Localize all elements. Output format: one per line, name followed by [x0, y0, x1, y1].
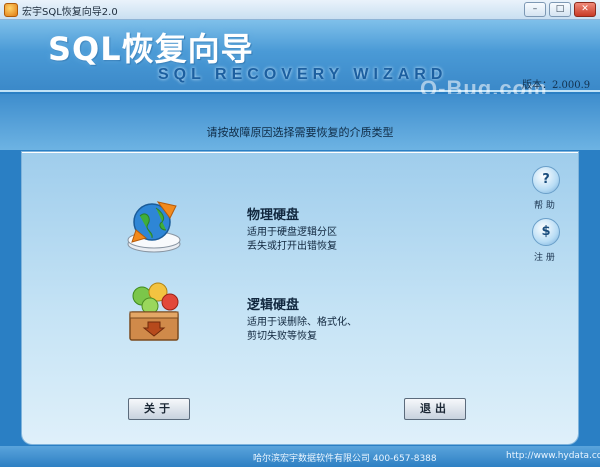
- website-link[interactable]: http://www.hydata.com: [506, 451, 600, 461]
- close-button[interactable]: ✕: [574, 2, 596, 17]
- footer: 哈尔滨宏宇数据软件有限公司 400-657-8388 http://www.hy…: [0, 446, 600, 467]
- register-button[interactable]: $: [532, 218, 560, 246]
- option-description-line: 适用于硬盘逻辑分区: [247, 227, 337, 238]
- option-description: 适用于误删除、格式化、 剪切失败等恢复: [247, 316, 417, 344]
- maximize-button[interactable]: □: [549, 2, 571, 17]
- option-description-line: 丢失或打开出错恢复: [247, 241, 337, 252]
- instruction-text: 请按故障原因选择需要恢复的介质类型: [206, 126, 394, 139]
- globe-recovery-icon[interactable]: [122, 192, 186, 256]
- app-icon: [4, 3, 18, 17]
- option-logical-disk[interactable]: 逻辑硬盘 适用于误删除、格式化、 剪切失败等恢复: [122, 282, 422, 352]
- exit-button[interactable]: 退出: [404, 398, 466, 420]
- option-description-line: 适用于误删除、格式化、: [247, 317, 357, 328]
- window-title: 宏宇SQL恢复向导2.0: [22, 7, 118, 18]
- option-description-line: 剪切失败等恢复: [247, 331, 317, 342]
- instruction-strip: 请按故障原因选择需要恢复的介质类型: [0, 94, 600, 150]
- register-label: 注 册: [534, 253, 555, 263]
- option-title: 逻辑硬盘: [247, 298, 300, 313]
- main-panel: 物理硬盘 适用于硬盘逻辑分区 丢失或打开出错恢复 逻辑硬盘 适用于误删除、格式化…: [22, 152, 578, 444]
- minimize-button[interactable]: –: [524, 2, 546, 17]
- banner-subtitle: SQL RECOVERY WIZARD: [158, 66, 448, 83]
- help-button[interactable]: ?: [532, 166, 560, 194]
- about-button[interactable]: 关于: [128, 398, 190, 420]
- header-banner: SQL恢复向导 SQL RECOVERY WIZARD Q-Bug.com 版本…: [0, 20, 600, 101]
- option-physical-disk[interactable]: 物理硬盘 适用于硬盘逻辑分区 丢失或打开出错恢复: [122, 192, 422, 262]
- option-description: 适用于硬盘逻辑分区 丢失或打开出错恢复: [247, 226, 417, 254]
- help-label: 帮 助: [534, 201, 555, 211]
- title-bar: 宏宇SQL恢复向导2.0 – □ ✕: [0, 0, 600, 20]
- company-info: 哈尔滨宏宇数据软件有限公司 400-657-8388: [253, 454, 437, 464]
- version-label: 版本：2.000.9: [522, 80, 591, 91]
- option-title: 物理硬盘: [247, 208, 300, 223]
- box-recovery-icon[interactable]: [122, 282, 186, 346]
- banner-title: SQL恢复向导: [48, 30, 254, 68]
